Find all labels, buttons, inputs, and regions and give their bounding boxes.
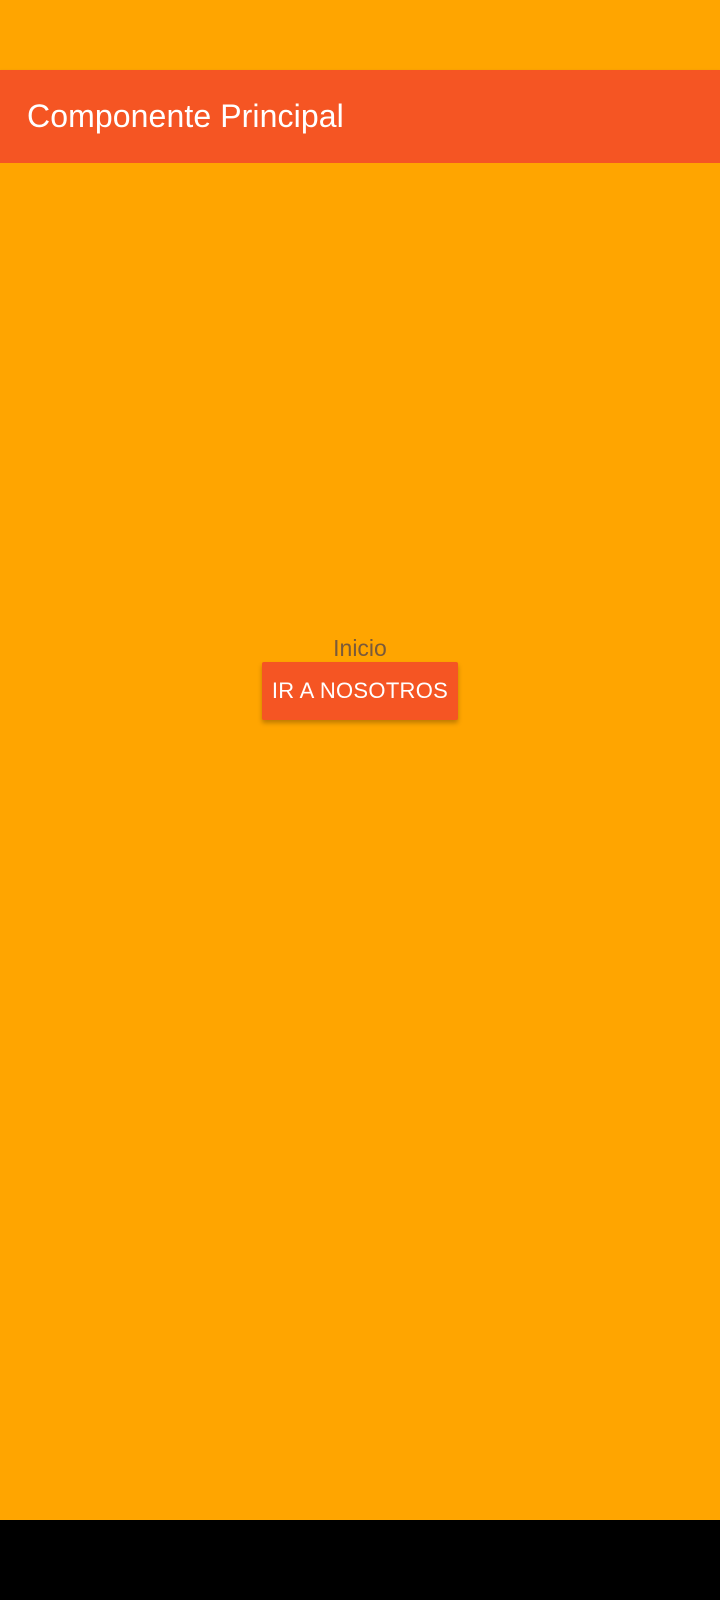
status-bar — [0, 0, 720, 70]
center-block: Inicio IR A NOSOTROS — [0, 634, 720, 720]
go-to-nosotros-button[interactable]: IR A NOSOTROS — [262, 662, 458, 720]
screen-label: Inicio — [333, 635, 387, 661]
app-title: Componente Principal — [27, 98, 344, 134]
main-content — [0, 163, 720, 1520]
system-navigation-bar — [0, 1520, 720, 1600]
app-bar: Componente Principal — [0, 70, 720, 163]
